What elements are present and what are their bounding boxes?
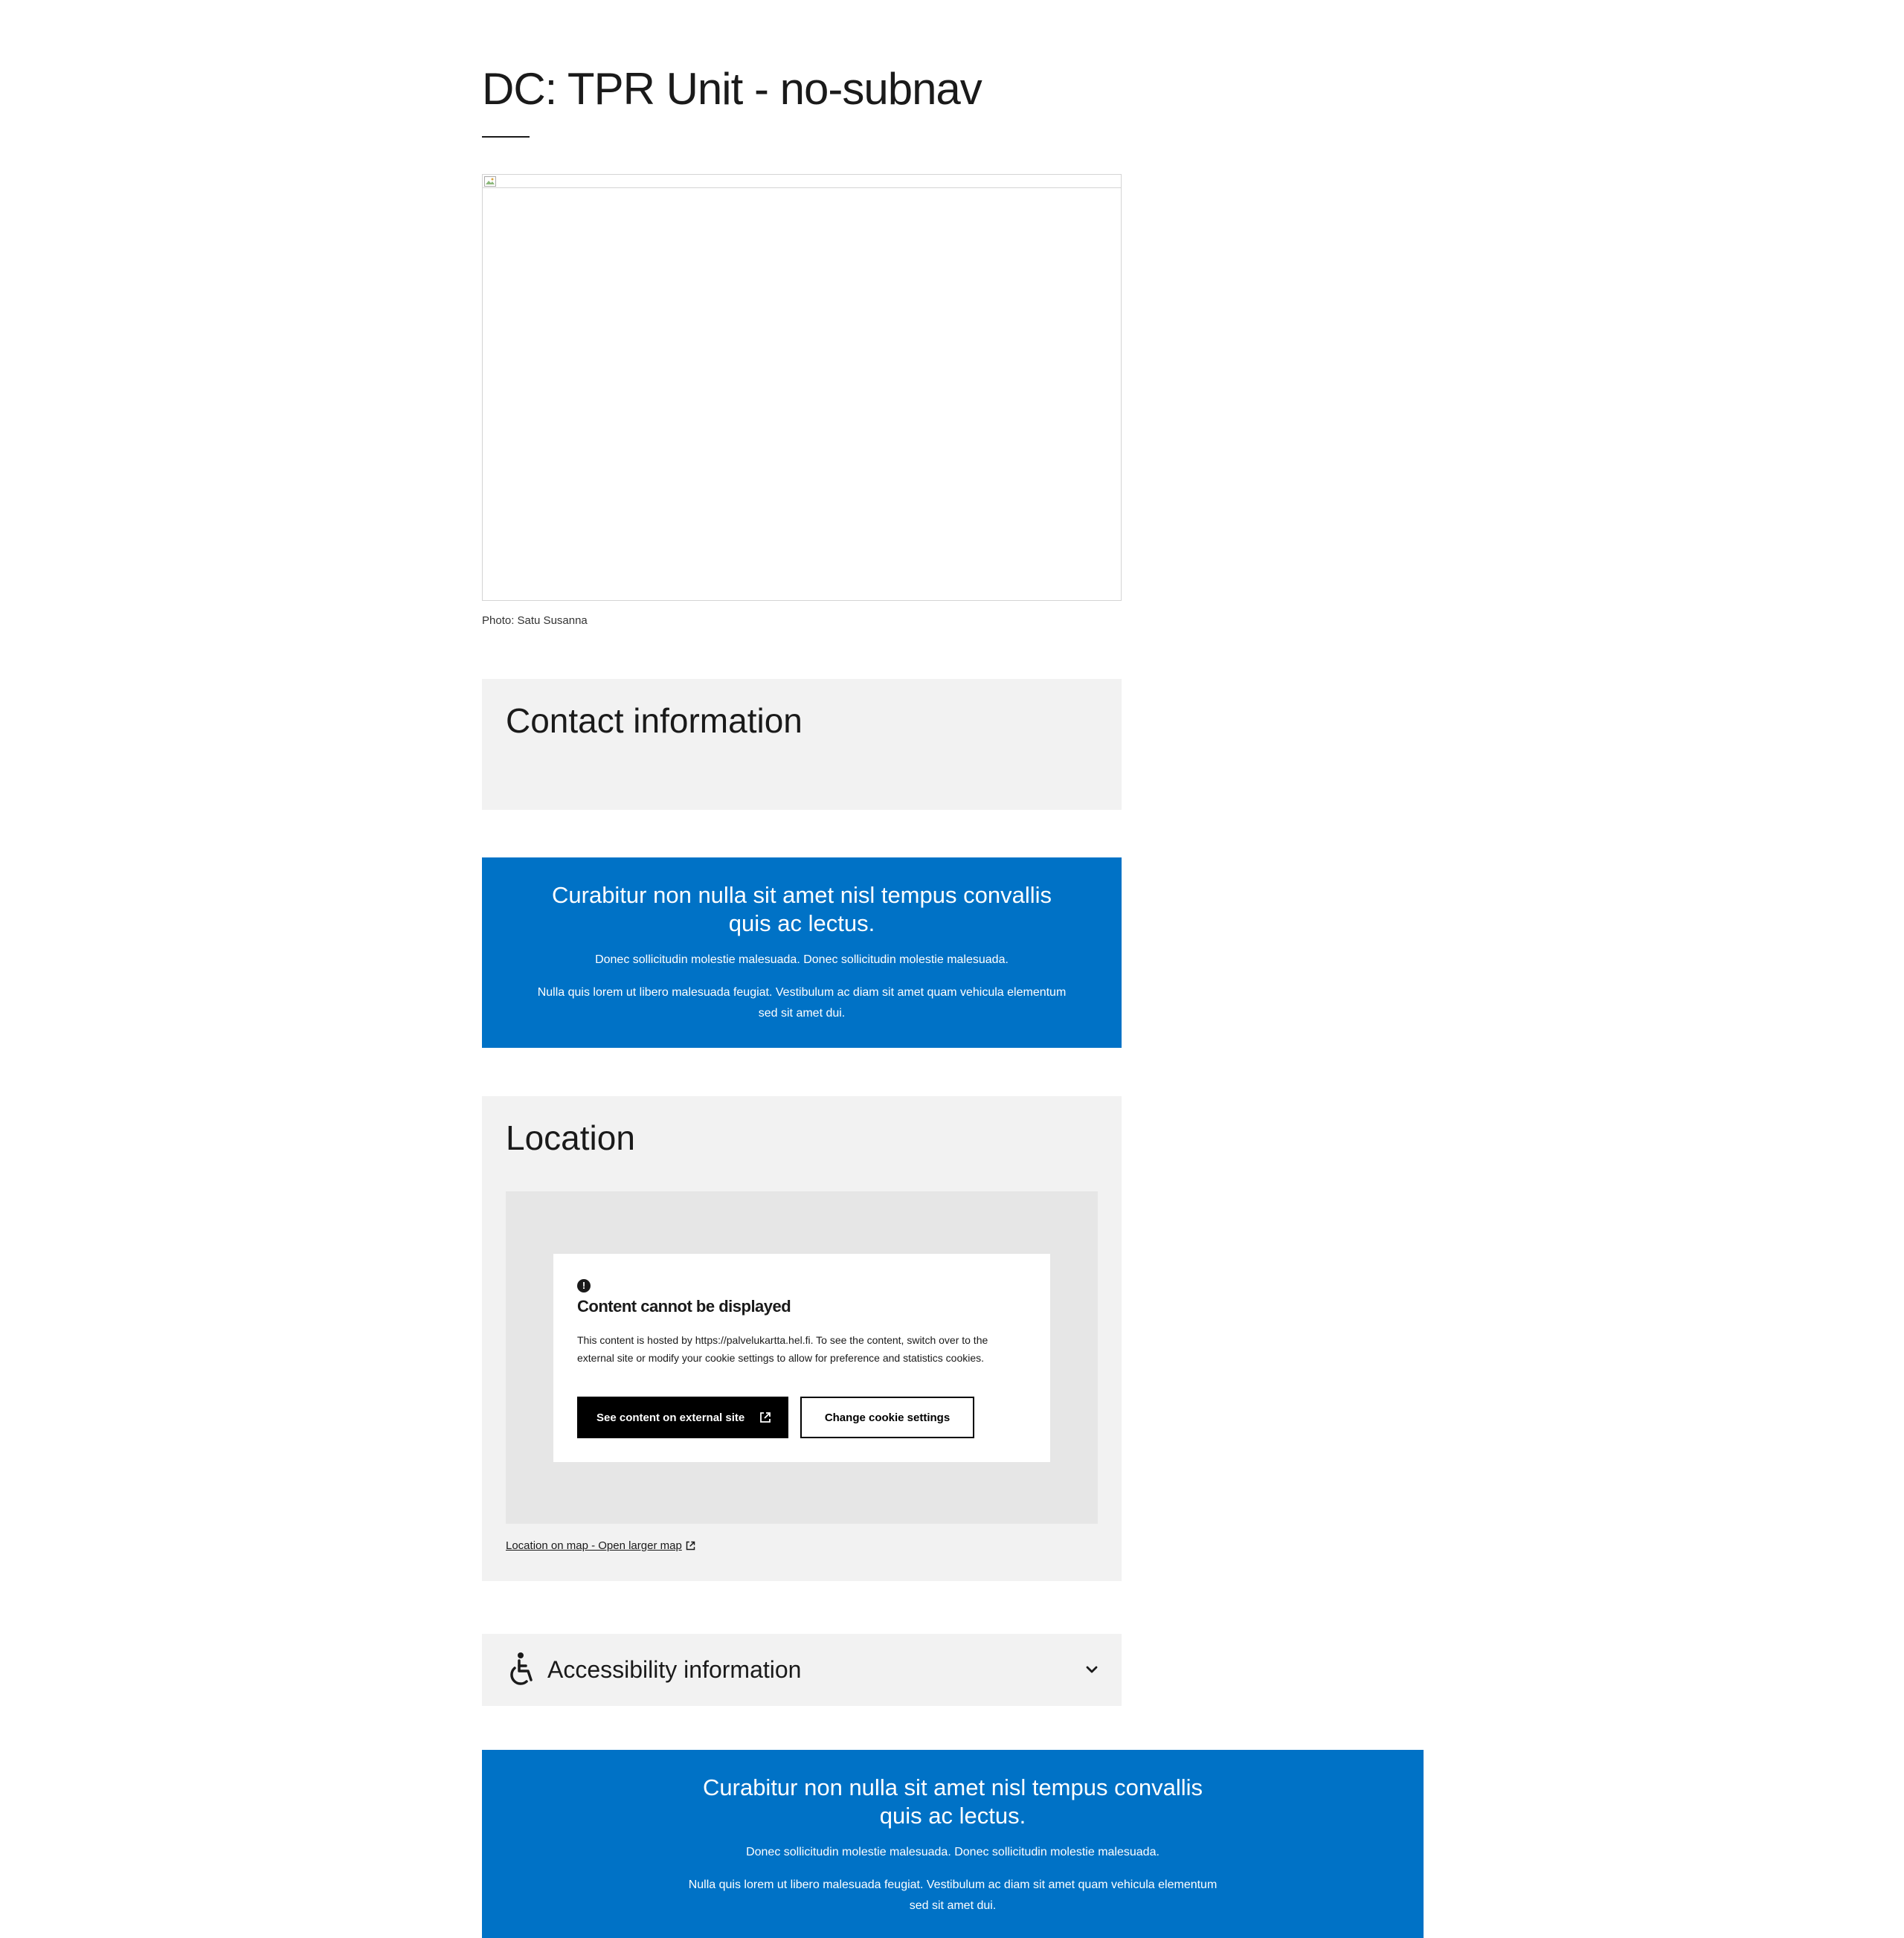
alert-circle-icon: ! (577, 1279, 591, 1292)
location-section: Location ! Content cannot be displayed T… (482, 1096, 1122, 1581)
title-underline (482, 136, 530, 138)
wheelchair-icon (510, 1652, 533, 1685)
location-heading: Location (506, 1118, 635, 1157)
accordion-label: Accessibility information (547, 1656, 802, 1683)
see-external-content-button[interactable]: See content on external site (577, 1397, 788, 1438)
contact-information-section: Contact information (482, 679, 1122, 810)
info-banner-wide: Curabitur non nulla sit amet nisl tempus… (482, 1750, 1424, 1938)
map-link-label: Location on map - Open larger map (506, 1539, 682, 1552)
banner-title: Curabitur non nulla sit amet nisl tempus… (703, 1774, 1203, 1829)
banner-paragraph: Nulla quis lorem ut libero malesuada feu… (537, 986, 1067, 1020)
page-title: DC: TPR Unit - no-subnav (482, 64, 982, 114)
notice-text: This content is hosted by https://palvel… (577, 1334, 988, 1364)
see-external-content-label: See content on external site (596, 1411, 745, 1424)
change-cookie-settings-button[interactable]: Change cookie settings (800, 1397, 974, 1438)
cookie-notice-card: ! Content cannot be displayed This conte… (553, 1254, 1050, 1462)
banner-paragraph: Nulla quis lorem ut libero malesuada feu… (688, 1879, 1218, 1912)
accessibility-accordion[interactable]: Accessibility information (482, 1634, 1122, 1706)
map-placeholder: ! Content cannot be displayed This conte… (506, 1191, 1098, 1524)
external-link-icon (760, 1412, 771, 1423)
chevron-down-icon (1086, 1666, 1098, 1673)
notice-title: Content cannot be displayed (577, 1297, 791, 1316)
banner-paragraph: Donec sollicitudin molestie malesuada. D… (595, 953, 1009, 966)
open-larger-map-link[interactable]: Location on map - Open larger map (506, 1539, 696, 1552)
broken-image-bar (483, 175, 1121, 188)
banner-paragraph: Donec sollicitudin molestie malesuada. D… (746, 1846, 1160, 1858)
broken-image-icon (484, 176, 496, 187)
external-link-icon (686, 1541, 695, 1551)
photo-caption: Photo: Satu Susanna (482, 614, 588, 627)
banner-title: Curabitur non nulla sit amet nisl tempus… (552, 882, 1052, 936)
hero-image (482, 174, 1122, 601)
contact-heading: Contact information (506, 701, 803, 740)
info-banner: Curabitur non nulla sit amet nisl tempus… (482, 857, 1122, 1048)
